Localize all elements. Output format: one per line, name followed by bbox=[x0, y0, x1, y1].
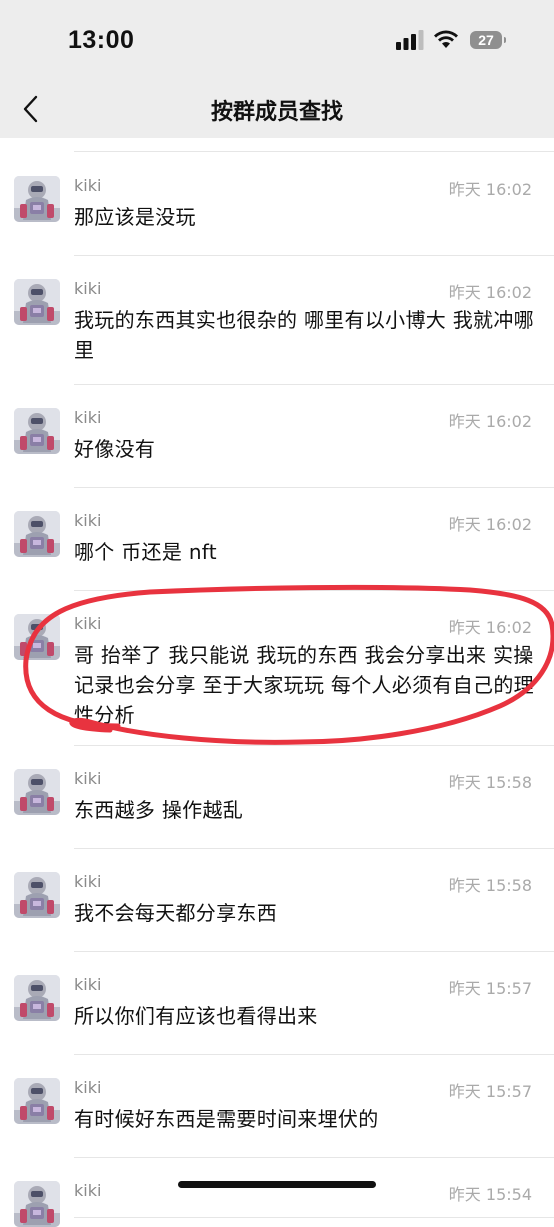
robot-avatar-icon bbox=[14, 872, 60, 918]
nav-bar: 按群成员查找 bbox=[0, 84, 554, 138]
sender-name: kiki bbox=[74, 279, 102, 298]
message-text: 我玩的东西其实也很杂的 哪里有以小博大 我就冲哪里 bbox=[74, 308, 534, 362]
sender-name: kiki bbox=[74, 614, 102, 633]
avatar[interactable] bbox=[14, 511, 60, 557]
message-time: 昨天 16:02 bbox=[448, 412, 532, 431]
message-time: 昨天 16:02 bbox=[448, 180, 532, 199]
avatar[interactable] bbox=[14, 769, 60, 815]
sender-name: kiki bbox=[74, 1181, 102, 1200]
message-row[interactable]: kiki 昨天 16:02 好像没有 bbox=[0, 384, 554, 488]
avatar[interactable] bbox=[14, 1181, 60, 1227]
message-time: 昨天 16:02 bbox=[448, 515, 532, 534]
robot-avatar-icon bbox=[14, 1078, 60, 1124]
cellular-signal-icon bbox=[396, 30, 424, 50]
avatar[interactable] bbox=[14, 1078, 60, 1124]
sender-name: kiki bbox=[74, 872, 102, 891]
message-text: 好像没有 bbox=[74, 437, 156, 461]
sender-name: kiki bbox=[74, 769, 102, 788]
message-row[interactable]: kiki 昨天 15:58 我不会每天都分享东西 bbox=[0, 848, 554, 952]
battery-icon: 27 bbox=[470, 31, 506, 49]
avatar[interactable] bbox=[14, 176, 60, 222]
robot-avatar-icon bbox=[14, 614, 60, 660]
sender-name: kiki bbox=[74, 408, 102, 427]
robot-avatar-icon bbox=[14, 1181, 60, 1227]
message-time: 昨天 15:54 bbox=[448, 1185, 532, 1204]
message-row[interactable]: kiki 昨天 16:02 哥 抬举了 我只能说 我玩的东西 我会分享出来 实操记录… bbox=[0, 590, 554, 746]
message-row[interactable]: kiki 昨天 15:57 有时候好东西是需要时间来埋伏的 bbox=[0, 1054, 554, 1158]
sender-name: kiki bbox=[74, 1078, 102, 1097]
robot-avatar-icon bbox=[14, 279, 60, 325]
page-title: 按群成员查找 bbox=[210, 100, 343, 125]
message-list[interactable]: kiki 昨天 16:02 那应该是没玩 kiki 昨天 16:02 我玩的东西其实也很杂… bbox=[0, 138, 554, 1227]
robot-avatar-icon bbox=[14, 975, 60, 1021]
avatar[interactable] bbox=[14, 408, 60, 454]
message-time: 昨天 15:57 bbox=[448, 979, 532, 998]
message-time: 昨天 16:02 bbox=[448, 283, 532, 302]
avatar[interactable] bbox=[14, 872, 60, 918]
avatar[interactable] bbox=[14, 975, 60, 1021]
message-row[interactable]: kiki 昨天 16:02 我玩的东西其实也很杂的 哪里有以小博大 我就冲哪里 bbox=[0, 255, 554, 385]
message-row[interactable]: kiki 昨天 16:02 哪个 币还是 nft bbox=[0, 487, 554, 591]
robot-avatar-icon bbox=[14, 176, 60, 222]
message-time: 昨天 15:57 bbox=[448, 1082, 532, 1101]
message-text: 哪个 币还是 nft bbox=[74, 540, 217, 564]
avatar[interactable] bbox=[14, 614, 60, 660]
robot-avatar-icon bbox=[14, 769, 60, 815]
message-time: 昨天 15:58 bbox=[448, 773, 532, 792]
sender-name: kiki bbox=[74, 176, 102, 195]
row-divider bbox=[74, 1217, 554, 1218]
list-top-divider bbox=[74, 138, 554, 152]
sender-name: kiki bbox=[74, 975, 102, 994]
message-text: 哥 抬举了 我只能说 我玩的东西 我会分享出来 实操记录也会分享 至于大家玩玩 … bbox=[74, 643, 534, 727]
status-time: 13:00 bbox=[68, 26, 135, 54]
message-text: 那应该是没玩 bbox=[74, 205, 196, 229]
message-row[interactable]: kiki 昨天 16:02 那应该是没玩 bbox=[0, 152, 554, 256]
message-time: 昨天 15:58 bbox=[448, 876, 532, 895]
message-text: 东西越多 操作越乱 bbox=[74, 798, 244, 822]
robot-avatar-icon bbox=[14, 408, 60, 454]
status-bar: 13:00 27 bbox=[0, 0, 554, 84]
message-text: 我不会每天都分享东西 bbox=[74, 901, 277, 925]
message-text: 所以你们有应该也看得出来 bbox=[74, 1004, 318, 1028]
sender-name: kiki bbox=[74, 511, 102, 530]
home-indicator[interactable] bbox=[178, 1181, 376, 1188]
avatar[interactable] bbox=[14, 279, 60, 325]
message-text: 有时候好东西是需要时间来埋伏的 bbox=[74, 1107, 379, 1131]
message-time: 昨天 16:02 bbox=[448, 618, 532, 637]
wifi-icon bbox=[434, 30, 458, 48]
message-row[interactable]: kiki 昨天 15:58 东西越多 操作越乱 bbox=[0, 745, 554, 849]
message-row[interactable]: kiki 昨天 15:57 所以你们有应该也看得出来 bbox=[0, 951, 554, 1055]
robot-avatar-icon bbox=[14, 511, 60, 557]
